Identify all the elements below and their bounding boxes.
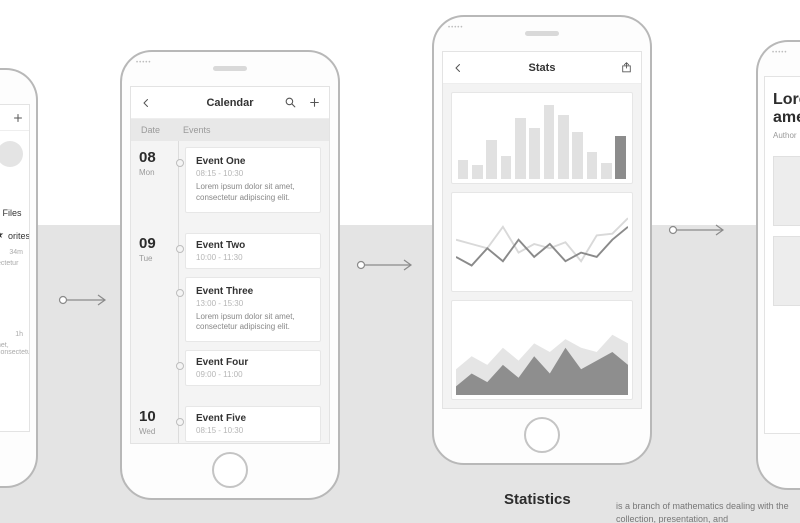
event-title: Event Five xyxy=(196,413,310,424)
navbar-stats: Stats xyxy=(443,52,641,84)
chart-line[interactable] xyxy=(451,192,633,292)
bar xyxy=(458,160,469,180)
event-title: Event One xyxy=(196,156,310,167)
phone-frame-stats: ••••• Stats xyxy=(432,15,652,465)
page-title: Stats xyxy=(529,62,556,74)
phone-speaker xyxy=(525,31,559,36)
bar xyxy=(572,132,583,179)
day-number: 10 xyxy=(139,408,175,425)
event-title: Event Two xyxy=(196,240,310,251)
back-icon[interactable] xyxy=(451,61,465,75)
status-dots: ••••• xyxy=(448,25,464,31)
day-row: 08 Mon Event One 08:15 - 10:30 Lorem ips… xyxy=(131,141,329,227)
bar xyxy=(558,115,569,179)
flow-arrow xyxy=(58,293,112,307)
event-card[interactable]: Event One 08:15 - 10:30 Lorem ipsum dolo… xyxy=(185,147,321,213)
phone-frame-calendar: ••••• Calendar Date Events xyxy=(120,50,340,500)
share-icon[interactable] xyxy=(619,61,633,75)
phone-speaker xyxy=(213,66,247,71)
back-icon[interactable] xyxy=(139,96,153,110)
search-icon[interactable] xyxy=(283,96,297,110)
home-button[interactable] xyxy=(524,417,560,453)
bar xyxy=(529,128,540,179)
event-card[interactable]: Event Three 13:00 - 15:30 Lorem ipsum do… xyxy=(185,277,321,343)
article-subtitle: Author xyxy=(773,131,800,140)
plus-icon[interactable] xyxy=(11,111,25,125)
day-number: 08 xyxy=(139,149,175,166)
bar xyxy=(587,152,598,179)
flow-arrow xyxy=(356,258,418,272)
day-row: 10 Wed Event Five 08:15 - 10:30 xyxy=(131,400,329,443)
status-dots: ••••• xyxy=(136,60,152,66)
chart-area[interactable] xyxy=(451,300,633,400)
plus-icon[interactable] xyxy=(307,96,321,110)
event-time: 13:00 - 15:30 xyxy=(196,299,310,308)
image-placeholder xyxy=(773,156,800,226)
meta-time: 34m xyxy=(0,247,29,258)
event-title: Event Four xyxy=(196,357,310,368)
day-name: Wed xyxy=(139,427,175,436)
day-row: 09 Tue Event Two 10:00 - 11:30 Event Thr… xyxy=(131,227,329,401)
bar xyxy=(501,156,512,179)
event-time: 08:15 - 10:30 xyxy=(196,426,310,435)
calendar-subheader: Date Events xyxy=(131,119,329,141)
event-card[interactable]: Event Four 09:00 - 11:00 xyxy=(185,350,321,386)
meta-text: net, consectetur xyxy=(0,340,29,358)
home-button[interactable] xyxy=(212,452,248,488)
bar xyxy=(486,140,497,179)
chart-bar[interactable] xyxy=(451,92,633,184)
sidebar-item-label: Files xyxy=(3,208,22,218)
page-title: Calendar xyxy=(206,97,253,109)
phone-frame-right-partial: ••••• Lore ame Author xyxy=(756,40,800,490)
status-dots: ••••• xyxy=(772,50,788,56)
bar xyxy=(601,163,612,179)
day-name: Mon xyxy=(139,168,175,177)
event-title: Event Three xyxy=(196,286,310,297)
phone-frame-left-partial: ▪ Files ★ orites 34m ectetur 1h net, con… xyxy=(0,68,38,488)
sidebar-item-favorites[interactable]: ★ orites xyxy=(0,224,29,247)
bar xyxy=(472,165,483,179)
meta-time: 1h xyxy=(0,329,29,340)
sidebar-item-label: orites xyxy=(8,231,30,241)
caption-body: is a branch of mathematics dealing with … xyxy=(616,500,800,523)
day-name: Tue xyxy=(139,254,175,263)
column-header-date: Date xyxy=(131,125,175,135)
sidebar-item-files[interactable]: ▪ Files xyxy=(0,201,29,224)
flow-arrow xyxy=(668,223,730,237)
article-title-line1: Lore xyxy=(773,91,800,109)
event-desc: Lorem ipsum dolor sit amet, consectetur … xyxy=(196,182,310,204)
avatar xyxy=(0,141,23,167)
event-time: 09:00 - 11:00 xyxy=(196,370,310,379)
column-header-events: Events xyxy=(175,125,211,135)
bar xyxy=(515,118,526,179)
caption-title: Statistics xyxy=(504,491,571,508)
star-icon: ★ xyxy=(0,230,4,241)
calendar-body[interactable]: 08 Mon Event One 08:15 - 10:30 Lorem ips… xyxy=(131,141,329,443)
article-title-line2: ame xyxy=(773,109,800,127)
event-desc: Lorem ipsum dolor sit amet, consectetur … xyxy=(196,312,310,334)
meta-text: ectetur xyxy=(0,258,29,269)
day-number: 09 xyxy=(139,235,175,252)
navbar-calendar: Calendar xyxy=(131,87,329,119)
event-time: 08:15 - 10:30 xyxy=(196,169,310,178)
event-card[interactable]: Event Five 08:15 - 10:30 xyxy=(185,406,321,442)
bar xyxy=(615,136,626,179)
event-card[interactable]: Event Two 10:00 - 11:30 xyxy=(185,233,321,269)
image-placeholder xyxy=(773,236,800,306)
event-time: 10:00 - 11:30 xyxy=(196,253,310,262)
bar xyxy=(544,105,555,179)
